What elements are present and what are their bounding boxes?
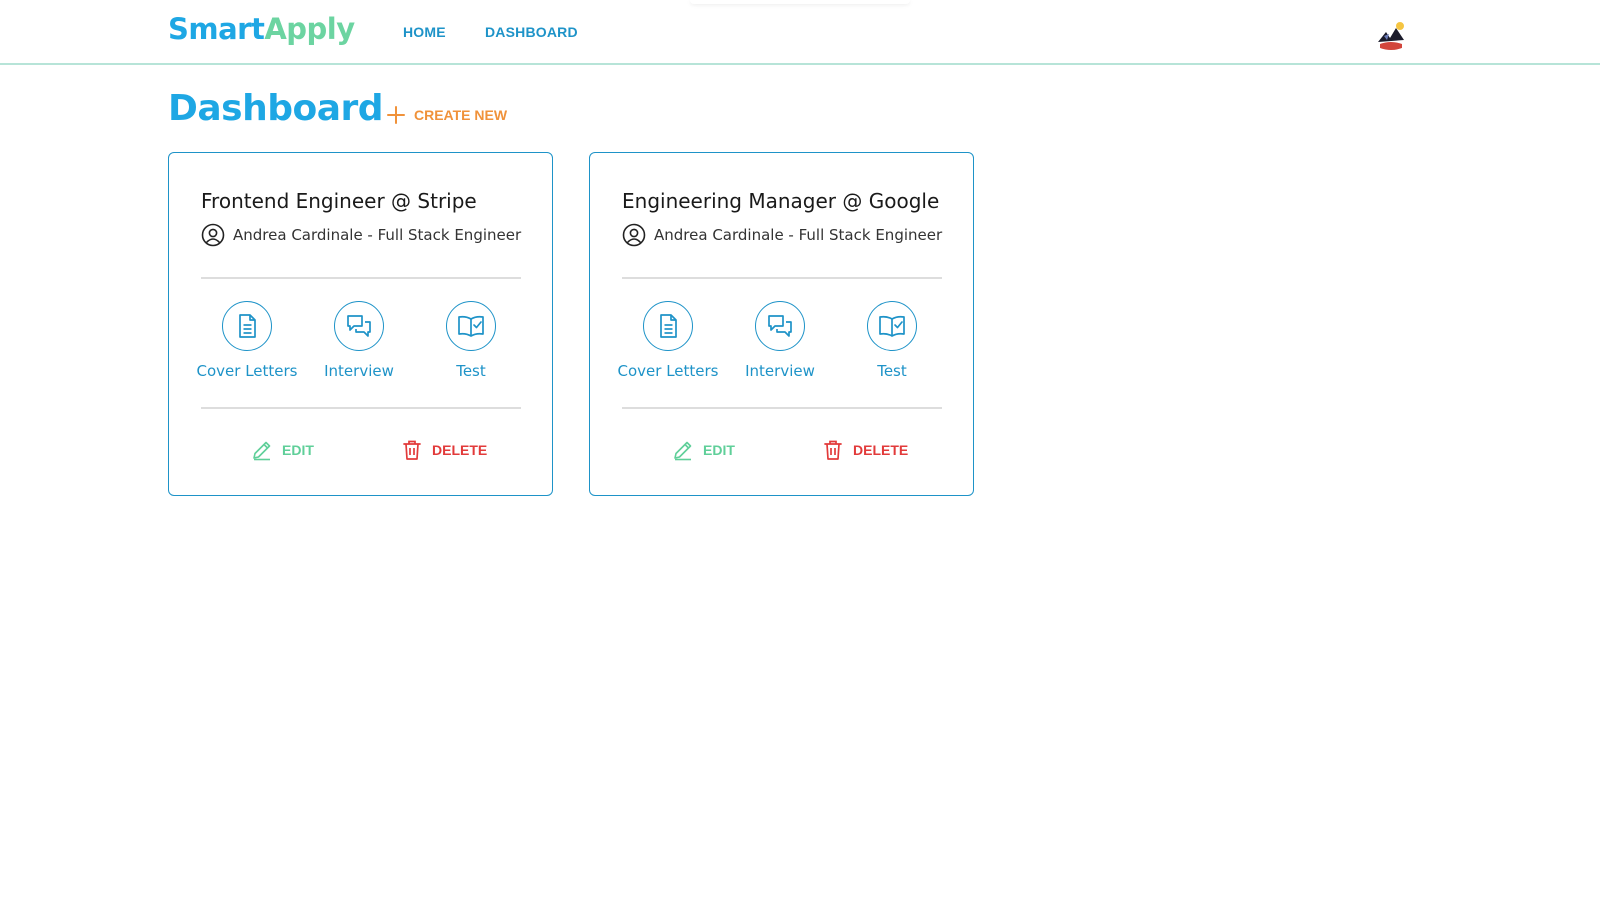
delete-button[interactable]: DELETE (401, 439, 487, 461)
book-check-icon (879, 315, 905, 337)
job-card: Frontend Engineer @ Stripe Andrea Cardin… (168, 152, 553, 496)
create-new-label: CREATE NEW (414, 107, 508, 123)
logo-part-smart: Smart (168, 12, 265, 46)
interview-label: Interview (745, 362, 815, 380)
avatar[interactable] (1374, 18, 1408, 52)
cover-letters-label: Cover Letters (196, 362, 298, 380)
page-title: Dashboard (168, 88, 384, 129)
chat-bubbles-icon (347, 315, 371, 337)
cover-letters-circle (643, 301, 693, 351)
logo-part-apply: Apply (264, 12, 355, 46)
user-circle-icon (622, 223, 646, 247)
user-circle-icon (201, 223, 225, 247)
card-title: Frontend Engineer @ Stripe (201, 189, 477, 213)
logo[interactable]: SmartApply (168, 12, 355, 46)
card-divider (622, 407, 942, 409)
plus-icon (387, 106, 405, 124)
delete-label: DELETE (432, 442, 488, 458)
card-user-label: Andrea Cardinale - Full Stack Engineer (233, 226, 522, 244)
edit-label: EDIT (703, 442, 735, 458)
card-title: Engineering Manager @ Google (622, 189, 940, 213)
test-button[interactable]: Test (836, 301, 948, 380)
cover-letters-button[interactable]: Cover Letters (612, 301, 724, 380)
test-label: Test (456, 362, 486, 380)
pencil-icon (674, 441, 692, 461)
interview-label: Interview (324, 362, 394, 380)
test-button[interactable]: Test (415, 301, 527, 380)
trash-icon (403, 440, 421, 460)
edit-label: EDIT (282, 442, 314, 458)
edit-button[interactable]: EDIT (672, 439, 735, 461)
top-shadow-tab (690, 0, 910, 4)
cover-letters-label: Cover Letters (617, 362, 719, 380)
interview-button[interactable]: Interview (724, 301, 836, 380)
card-divider (201, 277, 521, 279)
avatar-image (1374, 18, 1408, 52)
card-divider (622, 277, 942, 279)
test-circle (446, 301, 496, 351)
interview-button[interactable]: Interview (303, 301, 415, 380)
nav-dashboard-link[interactable]: DASHBOARD (485, 24, 578, 40)
cover-letters-button[interactable]: Cover Letters (191, 301, 303, 380)
card-user: Andrea Cardinale - Full Stack Engineer (201, 223, 521, 247)
create-new-button[interactable]: CREATE NEW (386, 105, 507, 125)
top-navbar: SmartApply HOME DASHBOARD (0, 0, 1600, 65)
card-user: Andrea Cardinale - Full Stack Engineer (622, 223, 942, 247)
document-icon (660, 314, 677, 338)
delete-label: DELETE (853, 442, 909, 458)
cover-letters-circle (222, 301, 272, 351)
pencil-icon (253, 441, 271, 461)
interview-circle (755, 301, 805, 351)
job-card: Engineering Manager @ Google Andrea Card… (589, 152, 974, 496)
trash-icon (824, 440, 842, 460)
interview-circle (334, 301, 384, 351)
test-label: Test (877, 362, 907, 380)
book-check-icon (458, 315, 484, 337)
card-user-label: Andrea Cardinale - Full Stack Engineer (654, 226, 943, 244)
document-icon (239, 314, 256, 338)
card-divider (201, 407, 521, 409)
delete-button[interactable]: DELETE (822, 439, 908, 461)
edit-button[interactable]: EDIT (251, 439, 314, 461)
nav-home-link[interactable]: HOME (403, 24, 446, 40)
test-circle (867, 301, 917, 351)
chat-bubbles-icon (768, 315, 792, 337)
